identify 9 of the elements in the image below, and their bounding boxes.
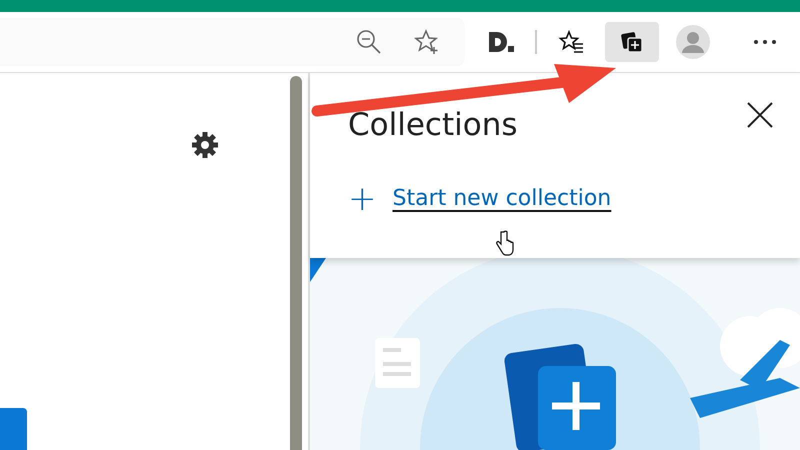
panel-title: Collections: [348, 109, 518, 142]
scrollbar[interactable]: [290, 76, 302, 450]
start-new-collection-link[interactable]: Start new collection: [392, 182, 612, 216]
close-button[interactable]: [746, 101, 774, 129]
plus-icon[interactable]: +: [348, 182, 376, 216]
collections-icon[interactable]: [605, 22, 659, 62]
settings-icon[interactable]: [190, 130, 220, 160]
avatar-icon[interactable]: [673, 22, 713, 62]
page-block: [0, 408, 27, 450]
